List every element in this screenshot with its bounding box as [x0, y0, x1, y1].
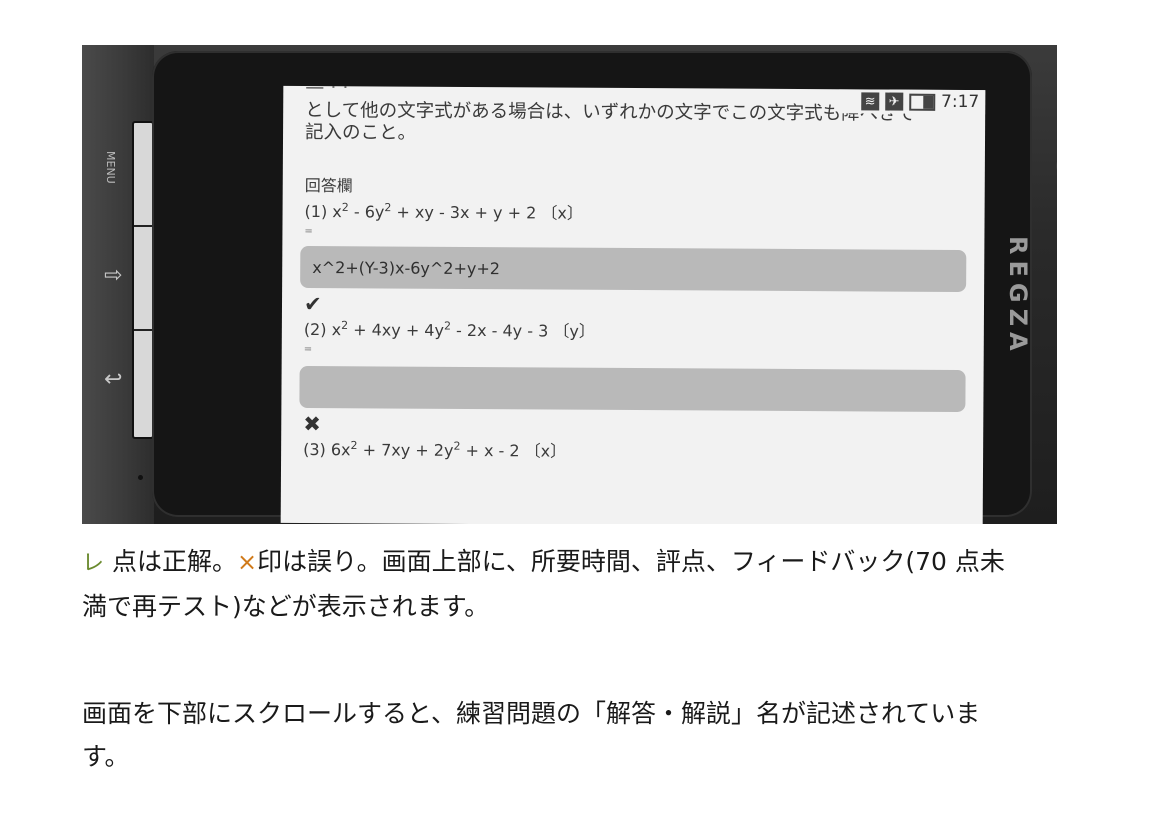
q1-rest: + xy - 3x + y + 2 〔x〕 — [391, 202, 583, 223]
caption-line-4: す。 — [82, 742, 130, 771]
answer-field-1[interactable]: x^2+(Y-3)x-6y^2+y+2 — [300, 245, 967, 293]
wifi-icon: ≋ — [861, 92, 880, 111]
q2-mid: + 4xy + 4y — [348, 320, 445, 340]
back-key-icon[interactable]: ↩ — [104, 367, 122, 392]
answer-section-title: 回答欄 — [304, 175, 353, 196]
clipped-text-line: — · · — [305, 85, 349, 99]
airplane-icon: ✈ — [885, 92, 904, 111]
q3-mid: + 7xy + 2y — [357, 440, 454, 460]
caption-paragraph-1: レ 点は正解。×印は誤り。画面上部に、所要時間、評点、フィードバック(70 点未… — [82, 540, 1122, 628]
q1-prefix: (1) x — [304, 201, 342, 222]
key-divider — [134, 225, 152, 227]
q1-equals: = — [304, 225, 313, 238]
home-key-icon[interactable]: ⇨ — [104, 263, 122, 288]
caption-line-3: 画面を下部にスクロールすると、練習問題の「解答・解説」名が記述されていま — [82, 699, 981, 728]
menu-key-label: MENU — [104, 151, 117, 184]
q2-rest: - 2x - 4y - 3 〔y〕 — [450, 320, 595, 341]
caption-paragraph-2: 画面を下部にスクロールすると、練習問題の「解答・解説」名が記述されていま す。 — [82, 692, 1122, 778]
q2-prefix: (2) x — [303, 319, 342, 340]
sensor-dot — [138, 475, 143, 480]
caption-text-b: 印は誤り。画面上部に、所要時間、評点、フィードバック(70 点未 — [257, 547, 1005, 576]
cross-mark-icon: × — [236, 548, 258, 576]
key-divider — [134, 329, 152, 331]
q2-equals: = — [303, 343, 313, 356]
answer-field-2[interactable] — [299, 365, 966, 413]
caption-line-2: 満で再テスト)などが表示されます。 — [82, 592, 490, 621]
phone-screen: — · · として他の文字式がある場合は、いずれかの文字でこの文字式も降べきで … — [280, 85, 986, 524]
status-time: 7:17 — [941, 91, 980, 113]
phone-photo: MENU ⇨ ↩ REGZA — · · として他の文字式がある場合は、いずれか… — [82, 45, 1057, 524]
wrong-cross-icon: ✖ — [303, 411, 321, 437]
question-3: (3) 6x2 + 7xy + 2y2 + x - 2 〔x〕 — [303, 436, 566, 462]
caption-line-1: レ 点は正解。×印は誤り。画面上部に、所要時間、評点、フィードバック(70 点未 — [82, 540, 1122, 585]
brand-logo: REGZA — [1004, 236, 1032, 357]
q1-mid: - 6y — [348, 202, 385, 222]
instruction-text: として他の文字式がある場合は、いずれかの文字でこの文字式も降べきで 記入のこと。 — [305, 100, 915, 148]
question-1: (1) x2 - 6y2 + xy - 3x + y + 2 〔x〕 — [305, 198, 583, 224]
check-mark-icon: レ — [82, 551, 105, 576]
q1-sup2: 2 — [384, 201, 392, 215]
correct-check-icon: ✔ — [303, 291, 322, 317]
q3-prefix: (3) 6x — [303, 439, 351, 460]
caption-text-a: 点は正解。 — [104, 547, 237, 576]
hardware-keys — [132, 121, 154, 439]
question-2: (2) x2 + 4xy + 4y2 - 2x - 4y - 3 〔y〕 — [304, 316, 595, 342]
phone-bezel: REGZA — · · として他の文字式がある場合は、いずれかの文字でこの文字式… — [152, 51, 1057, 524]
battery-icon — [909, 93, 936, 111]
camera-icon — [1056, 157, 1057, 175]
instruction-line-2: 記入のこと。 — [304, 121, 417, 144]
q3-rest: + x - 2 〔x〕 — [460, 440, 567, 461]
status-bar: ≋ ✈ 7:17 — [839, 89, 986, 115]
